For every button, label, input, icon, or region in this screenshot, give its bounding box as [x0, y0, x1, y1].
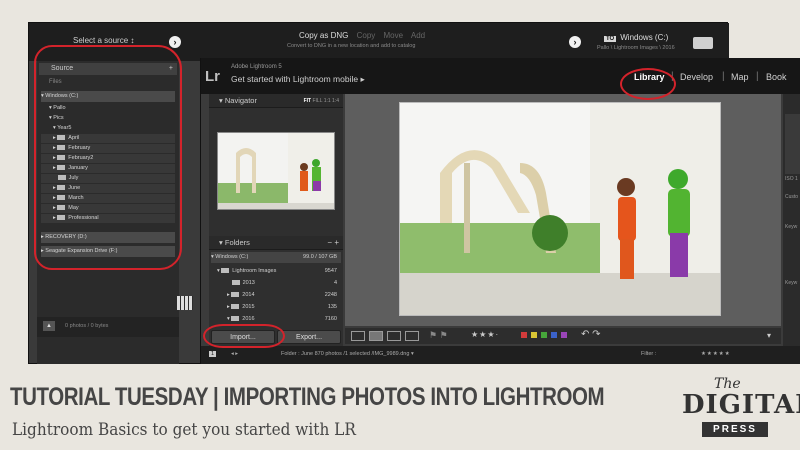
iso-label: ISO 1 — [785, 176, 798, 182]
arrow-right-icon: › — [169, 36, 181, 48]
mode-subtitle: Convert to DNG in a new location and add… — [287, 43, 416, 49]
color-label-blue[interactable] — [551, 332, 557, 338]
annotation-oval-library — [620, 68, 676, 100]
hard-drive-icon — [693, 37, 713, 49]
navigator-zoom-options[interactable]: FIT FILL 1:1 1:4 — [304, 94, 339, 108]
import-mode-options: Copy as DNG Copy Move Add — [299, 31, 431, 40]
folder-icon — [231, 316, 240, 322]
library-toolbar: ⚑ ⚑ ★★★· ↶ ↷ ▾ — [345, 328, 781, 344]
destination-path: Pallo \ Lightroom Images \ 2016 — [597, 45, 675, 51]
annotation-oval-source — [34, 45, 182, 270]
navigator-header[interactable]: ▾ Navigator FIT FILL 1:1 1:4 — [209, 94, 343, 108]
arrow-right-icon: › — [569, 36, 581, 48]
filter-label: Filter : — [641, 351, 657, 357]
add-folder-icon: − + — [327, 238, 339, 247]
folder-icon — [231, 304, 240, 310]
annotation-oval-import — [203, 324, 285, 348]
keyword-label: Keyw — [785, 224, 798, 230]
module-separator: | — [756, 71, 759, 82]
app-name: Adobe Lightroom 5 — [231, 64, 282, 70]
volume-row[interactable]: ▾ Windows (C:) 99.0 / 107 GB — [211, 252, 341, 263]
filmstrip-bar: 1 ◂ ▸ Folder : June 870 photos /1 select… — [201, 346, 800, 364]
import-bottom-bar: ▲ 0 photos / 0 bytes — [37, 317, 179, 337]
module-book[interactable]: Book — [766, 72, 787, 82]
loupe-view — [345, 94, 781, 326]
photo-art — [400, 103, 720, 315]
chevron-down-icon[interactable]: ▾ — [767, 331, 771, 340]
folder-row[interactable]: ▸ 2014 2248 — [211, 290, 341, 301]
folder-icon — [221, 268, 230, 274]
folder-row[interactable]: ▾ Lightroom Images 9547 — [211, 266, 341, 277]
page-number[interactable]: 1 — [209, 351, 217, 357]
to-tag: TO — [604, 36, 617, 42]
select-source-dropdown[interactable]: Select a source ↕ — [73, 36, 134, 45]
color-label-green[interactable] — [541, 332, 547, 338]
star-rating[interactable]: ★★★· — [471, 330, 499, 339]
lightroom-top-bar: Lr Adobe Lightroom 5 Get started with Li… — [201, 58, 800, 94]
rotate-icon[interactable]: ↶ ↷ — [581, 329, 601, 340]
banner-subtitle: Lightroom Basics to get you started with… — [12, 420, 356, 440]
lightroom-mobile-link[interactable]: Get started with Lightroom mobile ▸ — [231, 74, 365, 85]
add-option[interactable]: Add — [411, 31, 425, 40]
lightroom-logo: Lr — [205, 68, 220, 85]
digital-press-logo: The DIGITAL PRESS — [680, 376, 800, 442]
right-panel: ISO 1 Custo Keyw Keyw — [783, 94, 800, 364]
expand-up-icon[interactable]: ▲ — [43, 321, 55, 331]
flag-icon[interactable]: ⚑ ⚑ — [429, 330, 448, 341]
loupe-view-icon[interactable] — [369, 331, 383, 341]
keyword-list-label: Keyw — [785, 280, 798, 286]
folder-icon — [231, 292, 240, 298]
destination-label: Windows (C:) — [620, 33, 669, 42]
export-button[interactable]: Export... — [277, 330, 341, 344]
navigator-thumbnail[interactable] — [217, 132, 335, 210]
folder-icon — [231, 280, 240, 286]
copy-option[interactable]: Copy — [357, 31, 376, 40]
compare-view-icon[interactable] — [387, 331, 401, 341]
filter-stars[interactable]: ★★★★★ — [701, 351, 731, 357]
color-label-yellow[interactable] — [531, 332, 537, 338]
histogram — [785, 114, 800, 174]
filmstrip-status[interactable]: Folder : June 870 photos /1 selected /IM… — [281, 351, 414, 357]
module-develop[interactable]: Develop — [680, 72, 713, 82]
survey-view-icon[interactable] — [405, 331, 419, 341]
grid-view-icon[interactable] — [351, 331, 365, 341]
banner-title: TUTORIAL TUESDAY | IMPORTING PHOTOS INTO… — [10, 383, 605, 411]
logo-digital: DIGITAL — [682, 390, 800, 420]
destination-selector[interactable]: TO Windows (C:) — [604, 33, 668, 42]
custom-label: Custo — [785, 194, 799, 200]
folder-row[interactable]: ▸ 2015 135 — [211, 302, 341, 313]
module-separator: | — [722, 71, 725, 82]
folder-row[interactable]: 2013 4 — [211, 278, 341, 289]
photo-thumbnail-art — [218, 133, 334, 209]
logo-press: PRESS — [702, 422, 768, 437]
grid-view-icon[interactable] — [177, 296, 193, 310]
photos-bytes-label: 0 photos / 0 bytes — [65, 323, 109, 329]
main-photo[interactable] — [399, 102, 721, 316]
module-map[interactable]: Map — [731, 72, 749, 82]
color-label-red[interactable] — [521, 332, 527, 338]
lightroom-window: Lr Adobe Lightroom 5 Get started with Li… — [200, 58, 800, 364]
color-label-purple[interactable] — [561, 332, 567, 338]
folders-header[interactable]: ▾ Folders − + — [209, 236, 343, 250]
copy-as-dng-option[interactable]: Copy as DNG — [299, 31, 348, 40]
screenshot-composite: Select a source ↕ › Copy as DNG Copy Mov… — [0, 0, 800, 450]
nav-arrows-icon[interactable]: ◂ ▸ — [231, 351, 238, 357]
move-option[interactable]: Move — [384, 31, 404, 40]
